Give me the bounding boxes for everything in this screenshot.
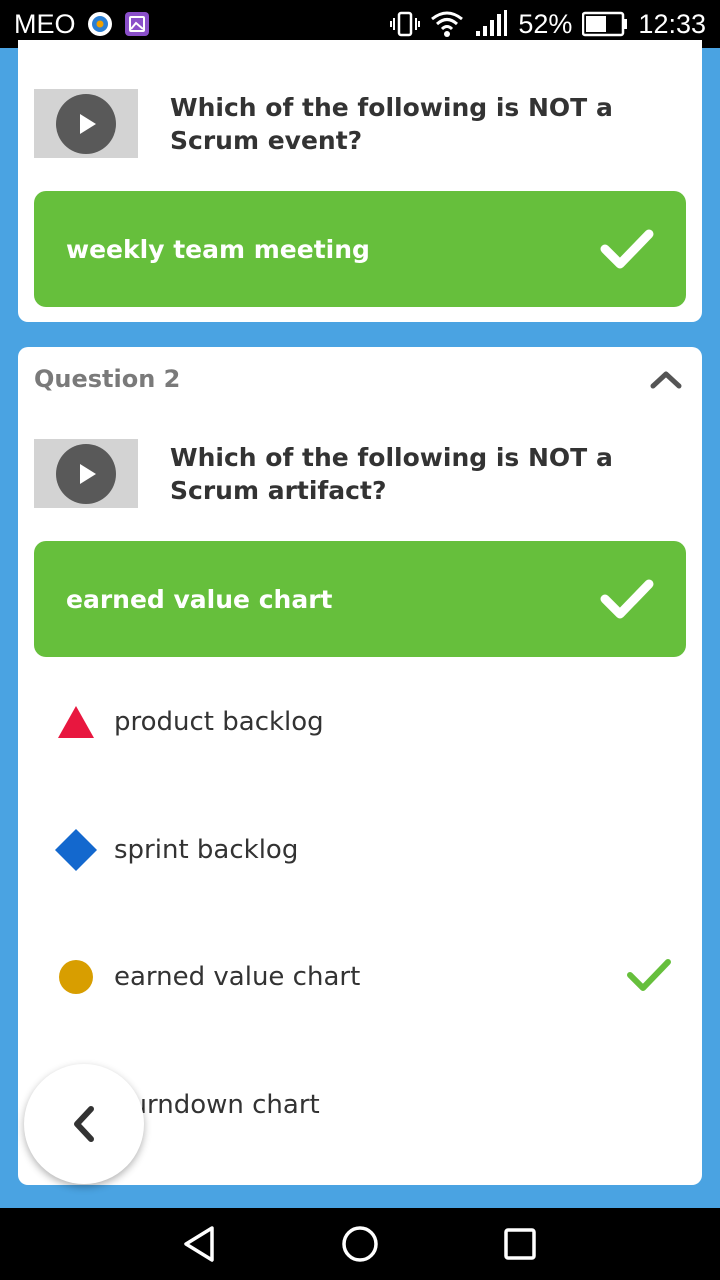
wifi-icon [430, 10, 464, 38]
circle-home-icon [342, 1226, 378, 1262]
question-header[interactable]: Question 2 [34, 365, 682, 393]
circle-icon [54, 955, 98, 999]
triangle-icon [54, 700, 98, 744]
back-button[interactable] [24, 1064, 144, 1184]
navigation-bar [0, 1208, 720, 1280]
checkmark-icon [600, 229, 654, 269]
answer-option-correct: earned value chart [54, 947, 672, 1007]
correct-answer-box: weekly team meeting [34, 191, 686, 307]
signal-icon [474, 10, 508, 38]
answer-option: product backlog [54, 692, 672, 752]
answer-option: burndown chart [54, 1075, 672, 1135]
question-row: Which of the following is NOT a Scrum ev… [34, 89, 686, 158]
nav-recents-button[interactable] [490, 1214, 550, 1274]
carrier-label: MEO [14, 8, 76, 39]
correct-answer-box: earned value chart [34, 541, 686, 657]
square-recents-icon [504, 1228, 536, 1260]
question-row: Which of the following is NOT a Scrum ar… [34, 439, 686, 508]
question-media[interactable] [34, 439, 138, 508]
gallery-notification-icon [124, 11, 150, 37]
nav-home-button[interactable] [330, 1214, 390, 1274]
question-card-2: Question 2 Which of the following is NOT… [18, 347, 702, 1185]
option-text: product backlog [114, 707, 324, 737]
triangle-back-icon [184, 1226, 214, 1262]
battery-percent: 52% [518, 8, 573, 39]
question-text: Which of the following is NOT a Scrum ar… [170, 443, 613, 505]
play-button[interactable] [56, 93, 116, 154]
play-button[interactable] [56, 443, 116, 504]
option-text: sprint backlog [114, 835, 299, 865]
clock: 12:33 [638, 8, 706, 39]
option-text: burndown chart [114, 1090, 320, 1120]
correct-check-icon [626, 957, 672, 997]
play-icon [80, 113, 96, 134]
chevron-left-icon [74, 1106, 94, 1142]
question-card-1: Which of the following is NOT a Scrum ev… [18, 40, 702, 322]
checkmark-icon [600, 579, 654, 619]
question-media[interactable] [34, 89, 138, 158]
question-text: Which of the following is NOT a Scrum ev… [170, 93, 613, 155]
question-number: Question 2 [34, 365, 181, 393]
answer-option: sprint backlog [54, 820, 672, 880]
diamond-icon [54, 828, 98, 872]
app-notification-icon [86, 10, 114, 38]
play-icon [80, 463, 96, 484]
vibrate-icon [390, 10, 421, 38]
battery-icon [582, 11, 628, 37]
correct-answer-text: earned value chart [66, 584, 333, 614]
chevron-up-icon[interactable] [650, 368, 682, 390]
correct-answer-text: weekly team meeting [66, 234, 370, 264]
nav-back-button[interactable] [170, 1214, 230, 1274]
option-text: earned value chart [114, 962, 361, 992]
